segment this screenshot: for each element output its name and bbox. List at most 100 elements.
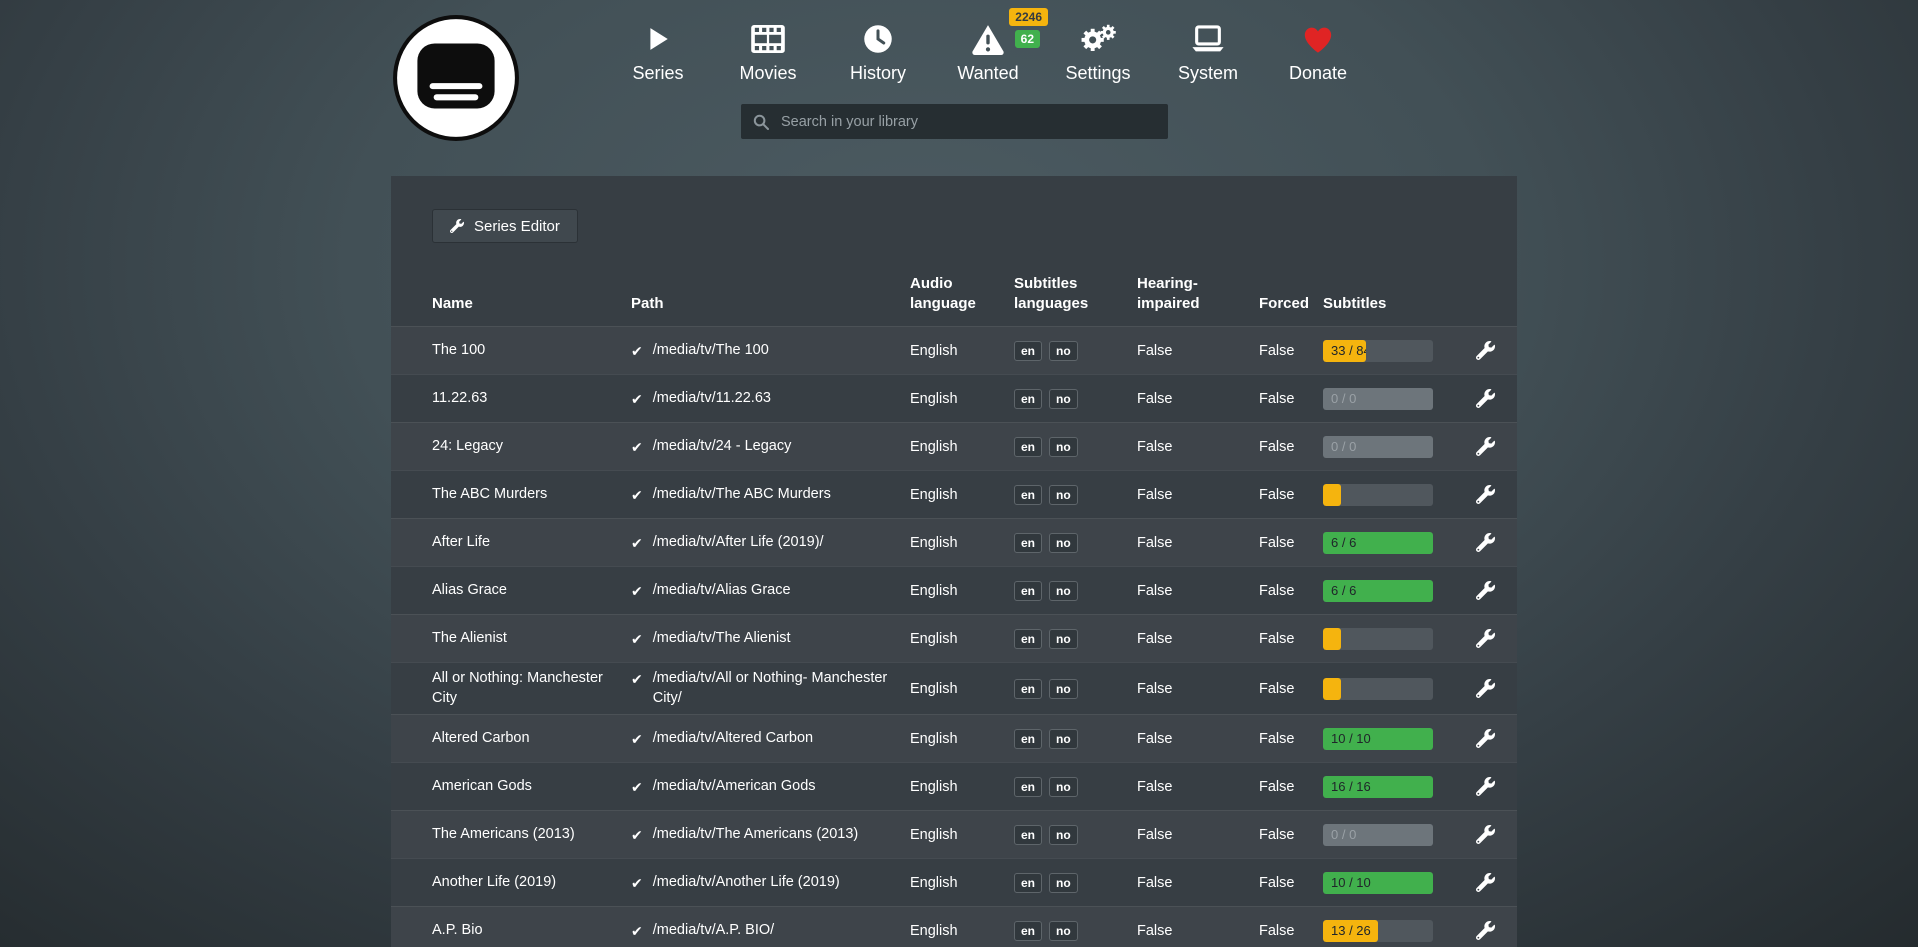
subtitles-progress: 6 / 6 (1323, 532, 1433, 554)
bazarr-app: Series Movies History 2246 62 Wanted (0, 0, 1918, 947)
series-path: ✔ /media/tv/The ABC Murders (631, 479, 910, 511)
path-text: /media/tv/The 100 (653, 341, 769, 361)
audio-language-value: English (910, 487, 1014, 503)
series-name[interactable]: The ABC Murders (432, 479, 631, 511)
wrench-icon[interactable] (1476, 533, 1495, 552)
audio-language-value: English (910, 583, 1014, 599)
series-name[interactable]: 24: Legacy (432, 431, 631, 463)
series-name[interactable]: The Alienist (432, 623, 631, 655)
subtitle-language-badges: enno (1014, 533, 1137, 553)
progress-empty-label: 0 / 0 (1331, 388, 1356, 410)
forced-value: False (1259, 681, 1323, 697)
hearing-impaired-value: False (1137, 439, 1259, 455)
language-badge: en (1014, 485, 1042, 505)
header-path: Path (631, 294, 910, 314)
progress-label: 10 / 10 (1331, 731, 1371, 746)
subtitles-progress-fill (1323, 678, 1341, 700)
series-name[interactable]: All or Nothing: Manchester City (432, 663, 631, 714)
subtitle-language-badges: enno (1014, 485, 1137, 505)
search-input[interactable] (779, 113, 1156, 131)
row-tools (1463, 437, 1495, 456)
series-path: ✔ /media/tv/American Gods (631, 771, 910, 803)
nav-item-history[interactable]: History (832, 20, 924, 84)
language-badge: no (1049, 777, 1078, 797)
subtitles-progress-fill: 6 / 6 (1323, 532, 1433, 554)
wrench-icon[interactable] (1476, 629, 1495, 648)
subtitles-progress-fill: 16 / 16 (1323, 776, 1433, 798)
series-path: ✔ /media/tv/Altered Carbon (631, 723, 910, 755)
language-badge: en (1014, 777, 1042, 797)
gears-icon (1079, 20, 1117, 58)
laptop-icon (1191, 20, 1225, 58)
series-name[interactable]: American Gods (432, 771, 631, 803)
wrench-icon[interactable] (1476, 679, 1495, 698)
subtitles-progress-fill: 10 / 10 (1323, 728, 1433, 750)
wrench-icon[interactable] (1476, 389, 1495, 408)
wrench-icon[interactable] (1476, 873, 1495, 892)
row-tools (1463, 485, 1495, 504)
hearing-impaired-value: False (1137, 487, 1259, 503)
subtitles-cell: 33 / 84 (1323, 340, 1463, 362)
search-icon (753, 114, 769, 130)
series-name[interactable]: After Life (432, 527, 631, 559)
table-row: American Gods ✔ /media/tv/American Gods … (391, 762, 1517, 810)
series-name[interactable]: A.P. Bio (432, 915, 631, 947)
wrench-icon[interactable] (1476, 921, 1495, 940)
forced-value: False (1259, 343, 1323, 359)
nav-item-system[interactable]: System (1162, 20, 1254, 84)
nav-item-wanted[interactable]: 2246 62 Wanted (942, 20, 1034, 84)
wrench-icon[interactable] (1476, 825, 1495, 844)
subtitles-cell: 0 / 0 (1323, 436, 1463, 458)
table-row: Alias Grace ✔ /media/tv/Alias Grace Engl… (391, 566, 1517, 614)
header-subtitles-languages: Subtitles languages (1014, 274, 1137, 313)
nav-item-donate[interactable]: Donate (1272, 20, 1364, 84)
audio-language-value: English (910, 681, 1014, 697)
wrench-icon[interactable] (1476, 485, 1495, 504)
wrench-icon[interactable] (1476, 729, 1495, 748)
forced-value: False (1259, 487, 1323, 503)
search-bar (741, 104, 1168, 139)
series-path: ✔ /media/tv/The Alienist (631, 623, 910, 655)
table-row: After Life ✔ /media/tv/After Life (2019)… (391, 518, 1517, 566)
series-name[interactable]: Another Life (2019) (432, 867, 631, 899)
nav-item-movies[interactable]: Movies (722, 20, 814, 84)
nav-label: System (1178, 63, 1238, 84)
wrench-icon[interactable] (1476, 341, 1495, 360)
header-audio-language: Audio language (910, 274, 1014, 313)
series-name[interactable]: The 100 (432, 335, 631, 367)
subtitles-progress-fill (1323, 484, 1341, 506)
forced-value: False (1259, 779, 1323, 795)
bazarr-logo-icon (391, 13, 521, 143)
subtitles-progress: 10 / 10 (1323, 872, 1433, 894)
subtitle-language-badges: enno (1014, 341, 1137, 361)
subtitles-progress-fill: 13 / 26 (1323, 920, 1378, 942)
hearing-impaired-value: False (1137, 535, 1259, 551)
series-name[interactable]: 11.22.63 (432, 383, 631, 415)
forced-value: False (1259, 923, 1323, 939)
wrench-icon[interactable] (1476, 581, 1495, 600)
nav-item-series[interactable]: Series (612, 20, 704, 84)
series-name[interactable]: The Americans (2013) (432, 819, 631, 851)
series-table-body: The 100 ✔ /media/tv/The 100 English enno… (391, 326, 1517, 947)
wrench-icon[interactable] (1476, 437, 1495, 456)
row-tools (1463, 825, 1495, 844)
app-logo[interactable] (391, 13, 521, 143)
series-editor-button[interactable]: Series Editor (432, 209, 578, 243)
series-table: Name Path Audio language Subtitles langu… (391, 268, 1517, 947)
language-badge: no (1049, 921, 1078, 941)
row-tools (1463, 389, 1495, 408)
check-icon: ✔ (631, 534, 643, 553)
forced-value: False (1259, 631, 1323, 647)
series-name[interactable]: Altered Carbon (432, 723, 631, 755)
language-badge: en (1014, 581, 1042, 601)
wrench-icon[interactable] (1476, 777, 1495, 796)
subtitle-language-badges: enno (1014, 873, 1137, 893)
series-name[interactable]: Alias Grace (432, 575, 631, 607)
subtitles-progress: 6 / 6 (1323, 580, 1433, 602)
subtitle-language-badges: enno (1014, 437, 1137, 457)
warning-icon (971, 20, 1005, 58)
path-text: /media/tv/11.22.63 (653, 389, 771, 409)
subtitles-cell: 6 / 6 (1323, 580, 1463, 602)
nav-item-settings[interactable]: Settings (1052, 20, 1144, 84)
forced-value: False (1259, 391, 1323, 407)
